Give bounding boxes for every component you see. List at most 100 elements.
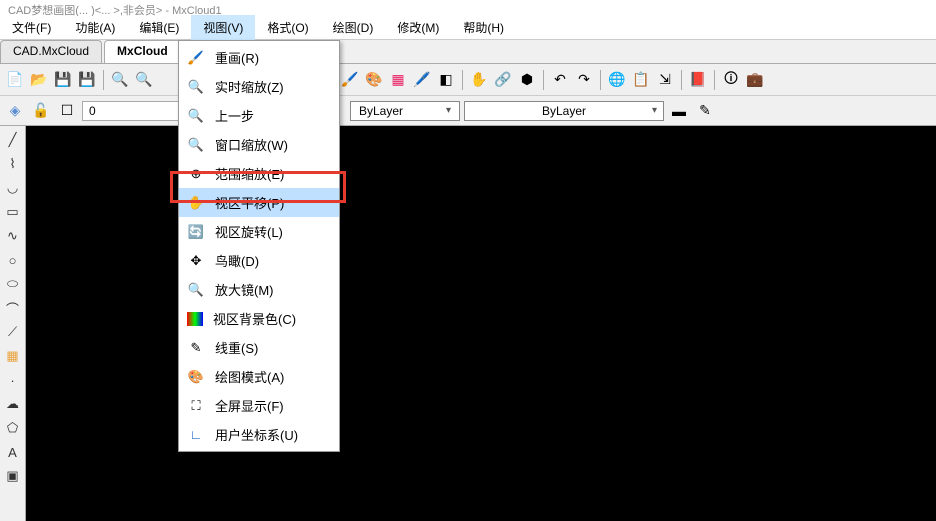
tab-cad-mxcloud[interactable]: CAD.MxCloud (0, 40, 102, 63)
zoom-out-icon[interactable]: 🔍 (133, 69, 155, 91)
gradient-icon[interactable]: ▦ (387, 69, 409, 91)
zoom-window-icon: 🔍 (187, 136, 205, 154)
polyline-tool-icon[interactable]: ⌇ (3, 154, 23, 174)
separator (600, 70, 601, 90)
lineweight-combo[interactable]: ByLayer ▾ (350, 101, 460, 121)
open-folder-icon[interactable]: 📂 (28, 69, 50, 91)
link-icon[interactable]: 🔗 (492, 69, 514, 91)
separator (681, 70, 682, 90)
hatch-tool-icon[interactable]: ▦ (3, 346, 23, 366)
rect-tool-icon[interactable]: ▭ (3, 202, 23, 222)
label: 线重(S) (215, 338, 258, 357)
label: 范围缩放(E) (215, 164, 284, 183)
menu-redraw[interactable]: 🖌️ 重画(R) (179, 43, 339, 72)
main-toolbar: 📄 📂 💾 💾 🔍 🔍 🖌️ 🎨 ▦ 🖊️ ◧ ✋ 🔗 ⬢ ↶ ↷ 🌐 📋 ⇲ … (0, 64, 936, 96)
menu-pan-view[interactable]: ✋ 视区平移(P) (179, 188, 339, 217)
export-icon[interactable]: ⇲ (654, 69, 676, 91)
doc-icon[interactable]: 📋 (630, 69, 652, 91)
label: 绘图模式(A) (215, 367, 284, 386)
combo-value: ByLayer (473, 104, 655, 118)
menu-func[interactable]: 功能(A) (63, 15, 127, 40)
globe-icon[interactable]: 🌐 (606, 69, 628, 91)
view-menu-dropdown: 🖌️ 重画(R) 🔍 实时缩放(Z) 🔍 上一步 🔍 窗口缩放(W) ⊕ 范围缩… (178, 40, 340, 452)
menu-bg-color[interactable]: 视区背景色(C) (179, 304, 339, 333)
menu-extent-zoom[interactable]: ⊕ 范围缩放(E) (179, 159, 339, 188)
menu-fullscreen[interactable]: ⛶ 全屏显示(F) (179, 391, 339, 420)
label: 全屏显示(F) (215, 396, 284, 415)
stamp-icon[interactable]: ⬢ (516, 69, 538, 91)
zoom-in-icon[interactable]: 🔍 (109, 69, 131, 91)
redo-icon[interactable]: ↷ (573, 69, 595, 91)
pen-icon[interactable]: ✎ (694, 100, 716, 122)
menu-bird-eye[interactable]: ✥ 鸟瞰(D) (179, 246, 339, 275)
menu-bar: 文件(F) 功能(A) 编辑(E) 视图(V) 格式(O) 绘图(D) 修改(M… (0, 16, 936, 40)
point-tool-icon[interactable]: · (3, 370, 23, 390)
block-tool-icon[interactable]: ▣ (3, 466, 23, 486)
curve-tool-icon[interactable]: ⟋ (3, 322, 23, 342)
linetype-combo[interactable]: ByLayer ▾ (464, 101, 664, 121)
menu-window-zoom[interactable]: 🔍 窗口缩放(W) (179, 130, 339, 159)
label: 视区旋转(L) (215, 222, 283, 241)
separator (462, 70, 463, 90)
menu-regen[interactable]: ✎ 线重(S) (179, 333, 339, 362)
menu-prev-step[interactable]: 🔍 上一步 (179, 101, 339, 130)
menu-help[interactable]: 帮助(H) (451, 15, 516, 40)
menu-magnifier[interactable]: 🔍 放大镜(M) (179, 275, 339, 304)
pdf-icon[interactable]: 📕 (687, 69, 709, 91)
help-icon[interactable]: 🛈 (720, 69, 742, 91)
menu-draw-mode[interactable]: 🎨 绘图模式(A) (179, 362, 339, 391)
settings-icon[interactable]: 💼 (744, 69, 766, 91)
menu-format[interactable]: 格式(O) (255, 15, 320, 40)
drawing-canvas[interactable] (26, 126, 936, 521)
separator (543, 70, 544, 90)
menu-ucs[interactable]: ∟ 用户坐标系(U) (179, 420, 339, 449)
menu-realtime-zoom[interactable]: 🔍 实时缩放(Z) (179, 72, 339, 101)
text-tool-icon[interactable]: A (3, 442, 23, 462)
zoom-prev-icon: 🔍 (187, 107, 205, 125)
arc2-tool-icon[interactable]: ⌒ (3, 298, 23, 318)
palette-icon: 🎨 (187, 368, 205, 386)
tab-mxcloud[interactable]: MxCloud (104, 40, 181, 63)
save-icon[interactable]: 💾 (52, 69, 74, 91)
zoom-icon: 🔍 (187, 78, 205, 96)
label: 放大镜(M) (215, 280, 274, 299)
menu-rotate-view[interactable]: 🔄 视区旋转(L) (179, 217, 339, 246)
cloud-tool-icon[interactable]: ☁ (3, 394, 23, 414)
arc-tool-icon[interactable]: ◡ (3, 178, 23, 198)
color-icon[interactable]: ◧ (435, 69, 457, 91)
title-bar: CAD梦想画图(... )<... >,非会员> - MxCloud1 (0, 0, 936, 16)
layers-icon[interactable]: ◈ (4, 100, 26, 122)
content-area: ╱ ⌇ ◡ ▭ ∿ ○ ⬭ ⌒ ⟋ ▦ · ☁ ⬠ A ▣ (0, 126, 936, 521)
line-tool-icon[interactable]: ╱ (3, 130, 23, 150)
new-file-icon[interactable]: 📄 (4, 69, 26, 91)
zoom-extent-icon: ⊕ (187, 165, 205, 183)
palette-icon[interactable]: 🎨 (363, 69, 385, 91)
label: 鸟瞰(D) (215, 251, 259, 270)
menu-edit[interactable]: 编辑(E) (127, 15, 191, 40)
label: 视区背景色(C) (213, 309, 296, 328)
label: 视区平移(P) (215, 193, 284, 212)
hand-icon[interactable]: ✋ (468, 69, 490, 91)
spline-tool-icon[interactable]: ∿ (3, 226, 23, 246)
paint-icon[interactable]: 🖌️ (339, 69, 361, 91)
save-as-icon[interactable]: 💾 (76, 69, 98, 91)
brush-icon: 🖌️ (187, 49, 205, 67)
menu-modify[interactable]: 修改(M) (385, 15, 451, 40)
menu-file[interactable]: 文件(F) (0, 15, 63, 40)
brush-icon[interactable]: 🖊️ (411, 69, 433, 91)
ellipse-tool-icon[interactable]: ⬭ (3, 274, 23, 294)
circle-tool-icon[interactable]: ○ (3, 250, 23, 270)
undo-icon[interactable]: ↶ (549, 69, 571, 91)
label: 上一步 (215, 106, 254, 125)
line-sample-icon[interactable]: ▬ (668, 100, 690, 122)
layer-box-icon[interactable]: ☐ (56, 100, 78, 122)
menu-view[interactable]: 视图(V) (191, 15, 255, 40)
menu-draw[interactable]: 绘图(D) (321, 15, 386, 40)
layer-lock-icon[interactable]: 🔓 (30, 100, 52, 122)
magnifier-icon: 🔍 (187, 281, 205, 299)
pen-icon: ✎ (187, 339, 205, 357)
layer-toolbar: ◈ 🔓 ☐ ByLayer ▾ ByLayer ▾ ▬ ✎ (0, 96, 936, 126)
polygon-tool-icon[interactable]: ⬠ (3, 418, 23, 438)
label: 实时缩放(Z) (215, 77, 284, 96)
crosshair-icon: ✥ (187, 252, 205, 270)
